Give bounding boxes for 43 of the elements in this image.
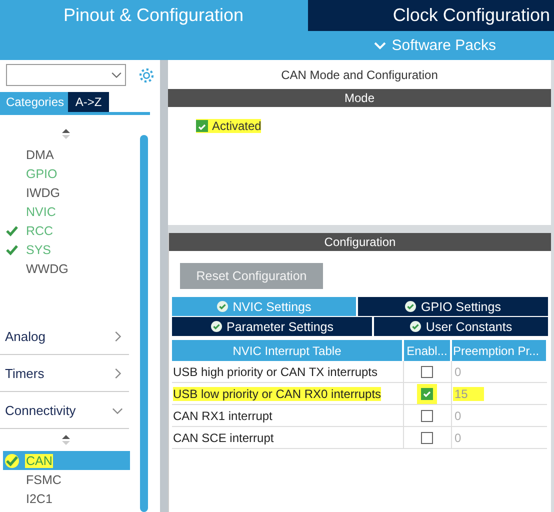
section-header: Configuration: [169, 233, 551, 251]
check-circle-icon: [410, 321, 421, 332]
check-circle-icon: [405, 301, 416, 312]
peripheral-item[interactable]: DMA: [3, 145, 130, 164]
check-circle-icon: [216, 301, 228, 312]
settings-tab[interactable]: GPIO Settings: [358, 297, 548, 316]
peripheral-item[interactable]: WWDG: [3, 259, 130, 278]
peripheral-item[interactable]: FSMC: [3, 470, 130, 489]
activated-checkbox[interactable]: Activated: [196, 119, 262, 133]
check-circle-icon: [210, 321, 222, 332]
check-icon: [197, 122, 207, 132]
sort-icon[interactable]: [62, 435, 70, 445]
peripheral-item[interactable]: IWDG: [3, 183, 130, 202]
view-tab[interactable]: A->Z: [68, 92, 109, 112]
settings-tab[interactable]: Parameter Settings: [172, 317, 372, 336]
search-field[interactable]: [6, 64, 126, 86]
enable-checkbox[interactable]: [421, 410, 433, 422]
settings-tab[interactable]: User Constants: [374, 317, 548, 336]
enable-checkbox[interactable]: [421, 366, 433, 378]
sort-icon[interactable]: [62, 129, 70, 139]
category-header[interactable]: Analog: [0, 318, 129, 355]
category-header[interactable]: Connectivity: [0, 392, 129, 429]
table-cell-text: 0: [454, 408, 462, 422]
header-tab[interactable]: Clock Configuration: [308, 0, 554, 31]
table-cell: 15: [452, 386, 484, 400]
table-cell-text: 0: [454, 430, 462, 444]
panel-title: CAN Mode and Configuration: [280, 67, 439, 84]
category-header[interactable]: Timers: [0, 355, 129, 392]
table-cell: USB low priority or CAN RX0 interrupts: [173, 386, 382, 400]
section-header: Mode: [168, 89, 551, 107]
table-cell-text: 0: [454, 364, 462, 378]
column-header: Enabl...: [403, 340, 451, 361]
chevron-icon: [374, 42, 386, 50]
scrollbar[interactable]: [140, 135, 148, 512]
table-cell: CAN RX1 interrupt: [173, 408, 272, 422]
table-cell: CAN SCE interrupt: [173, 430, 274, 444]
dropdown-chevron-icon: [111, 72, 122, 78]
table-cell: USB high priority or CAN TX interrupts: [173, 364, 378, 378]
column-header: NVIC Interrupt Table: [172, 340, 403, 361]
settings-icon[interactable]: [138, 66, 155, 84]
peripheral-item[interactable]: I2C1: [3, 489, 130, 508]
column-header: Preemption Pr...: [451, 340, 547, 361]
enable-checkbox[interactable]: [421, 432, 433, 444]
